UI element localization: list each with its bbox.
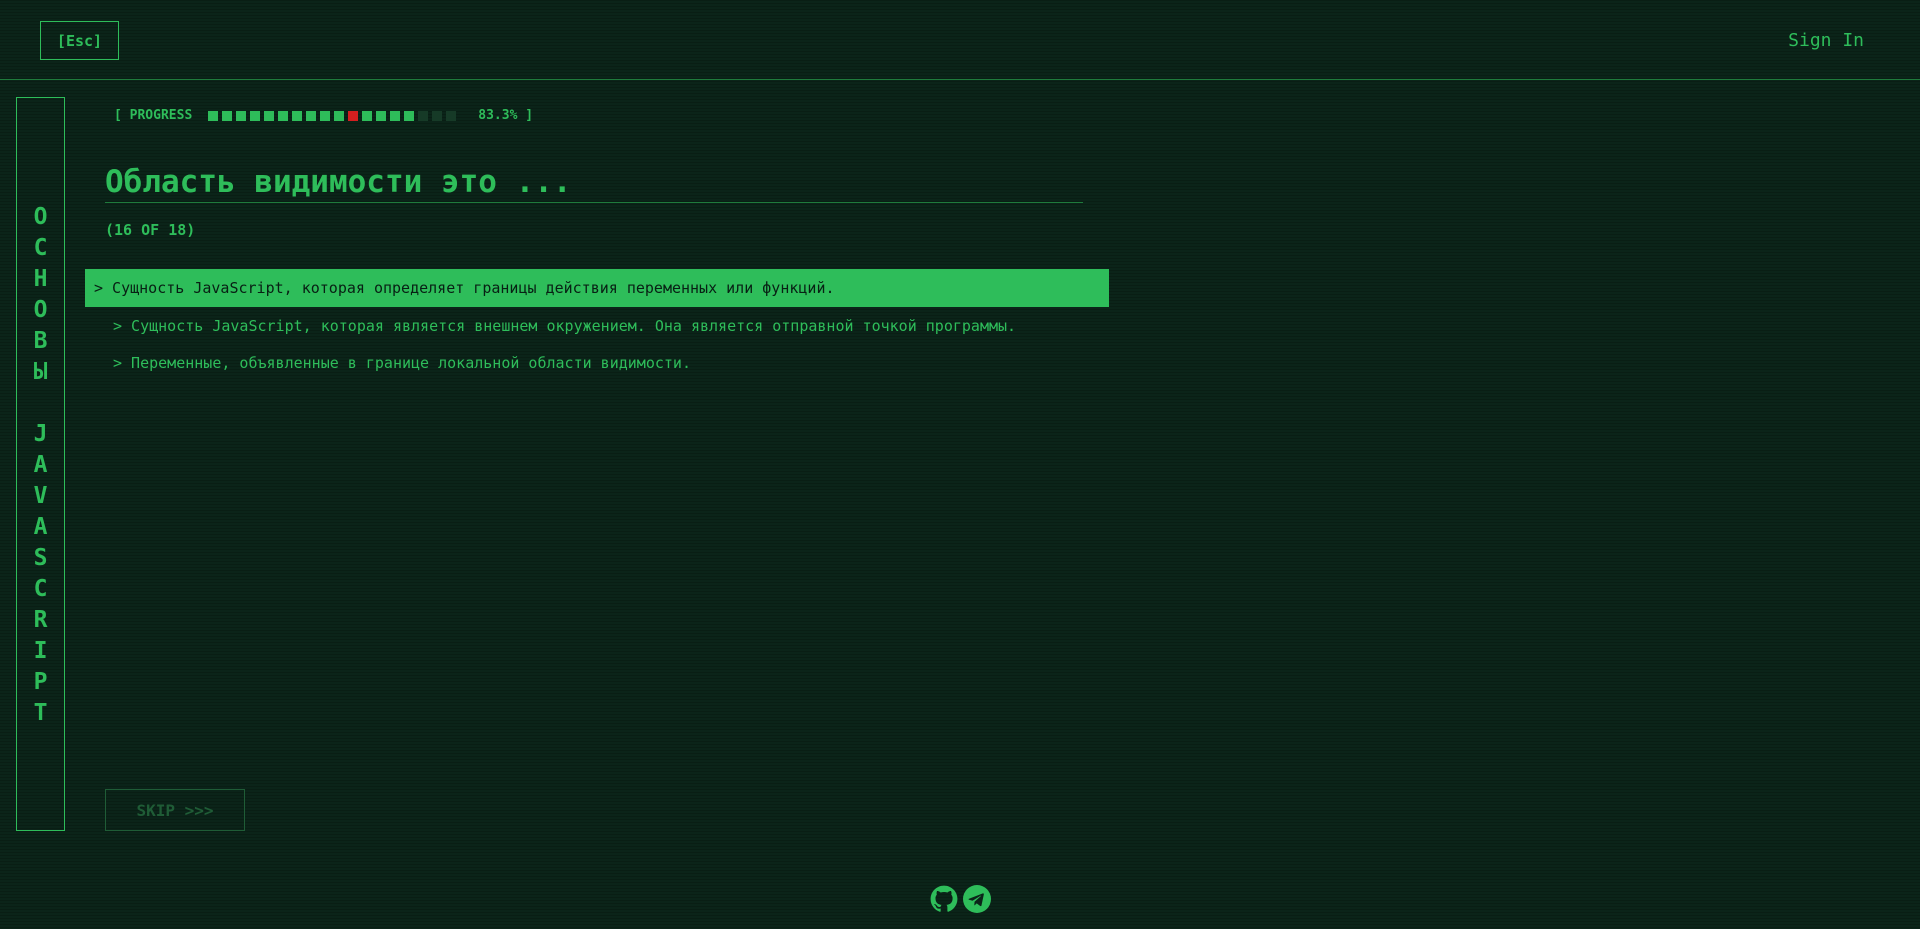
progress-block [306,110,317,121]
progress-percent: 83.3% ] [478,108,534,123]
course-title-letter [17,388,64,419]
course-title-letter: В [33,328,48,354]
skip-button[interactable]: SKIP >>> [105,789,245,831]
progress-label: [ PROGRESS [114,108,193,123]
progress-blocks [208,110,460,121]
course-title-letter: T [33,700,48,726]
progress-block [418,110,429,121]
progress-block [446,110,457,121]
progress-block [292,110,303,121]
side-panel: О С Н О В Ы J A V A S C R I P T [16,97,65,831]
progress-bar: [ PROGRESS 83.3% ] [114,108,533,123]
github-icon[interactable] [930,885,958,913]
course-title-letter: A [33,514,48,540]
course-title-letter: C [33,576,48,602]
course-title-letter: Н [33,266,48,292]
top-bar: [Esc] Sign In [0,0,1920,80]
telegram-icon[interactable] [963,885,991,913]
progress-block [404,110,415,121]
progress-block [362,110,373,121]
answer-list: > Сущность JavaScript, которая определяе… [85,269,1109,381]
course-title-letter: С [33,235,48,261]
progress-block [250,110,261,121]
progress-block [390,110,401,121]
course-title-letter: A [33,452,48,478]
question-title: Область видимости это ... [105,164,1083,203]
course-title: О С Н О В Ы J A V A S C R I P T [17,202,64,729]
course-title-letter: О [33,204,48,230]
progress-block [432,110,443,121]
course-title-letter: J [33,421,48,447]
progress-block [348,110,359,121]
course-title-letter: P [33,669,48,695]
progress-block [236,110,247,121]
progress-block [264,110,275,121]
progress-block [222,110,233,121]
sign-in-link[interactable]: Sign In [1788,30,1864,51]
course-title-letter: S [33,545,48,571]
course-title-letter: I [33,638,48,664]
course-title-letter: Ы [33,359,48,385]
course-title-letter: V [33,483,48,509]
progress-block [208,110,219,121]
esc-button[interactable]: [Esc] [40,21,119,60]
progress-block [278,110,289,121]
progress-block [320,110,331,121]
answer-option[interactable]: > Сущность JavaScript, которая определяе… [85,269,1109,307]
footer-links [930,885,996,913]
progress-block [376,110,387,121]
question-counter: (16 OF 18) [105,221,196,239]
answer-option[interactable]: > Переменные, объявленные в границе лока… [85,344,1109,381]
course-title-letter: R [33,607,48,633]
progress-block [334,110,345,121]
answer-option[interactable]: > Сущность JavaScript, которая является … [85,307,1109,344]
course-title-letter: О [33,297,48,323]
